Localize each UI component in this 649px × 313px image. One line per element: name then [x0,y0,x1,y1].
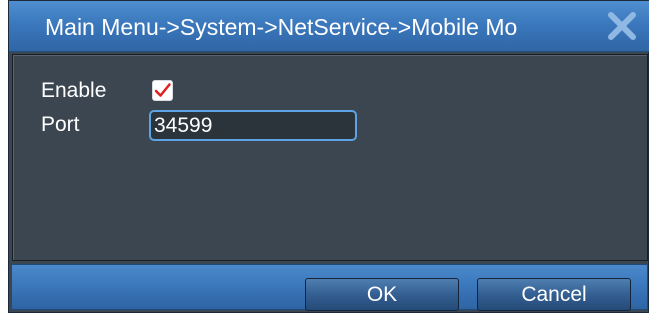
enable-label: Enable [41,79,107,102]
enable-checkbox[interactable] [152,80,173,101]
port-label: Port [41,113,80,136]
dialog-title: Main Menu->System->NetService->Mobile Mo [45,14,518,40]
button-bar: OK Cancel [11,264,648,311]
close-button[interactable] [605,10,639,42]
dialog-window: Main Menu->System->NetService->Mobile Mo… [8,0,649,313]
settings-panel: Enable Port [12,54,648,261]
cancel-button[interactable]: Cancel [477,278,631,311]
close-icon [608,12,636,40]
title-bar: Main Menu->System->NetService->Mobile Mo [9,1,649,52]
port-input[interactable] [149,110,357,141]
ok-button[interactable]: OK [305,278,459,311]
checkmark-icon [154,83,171,97]
